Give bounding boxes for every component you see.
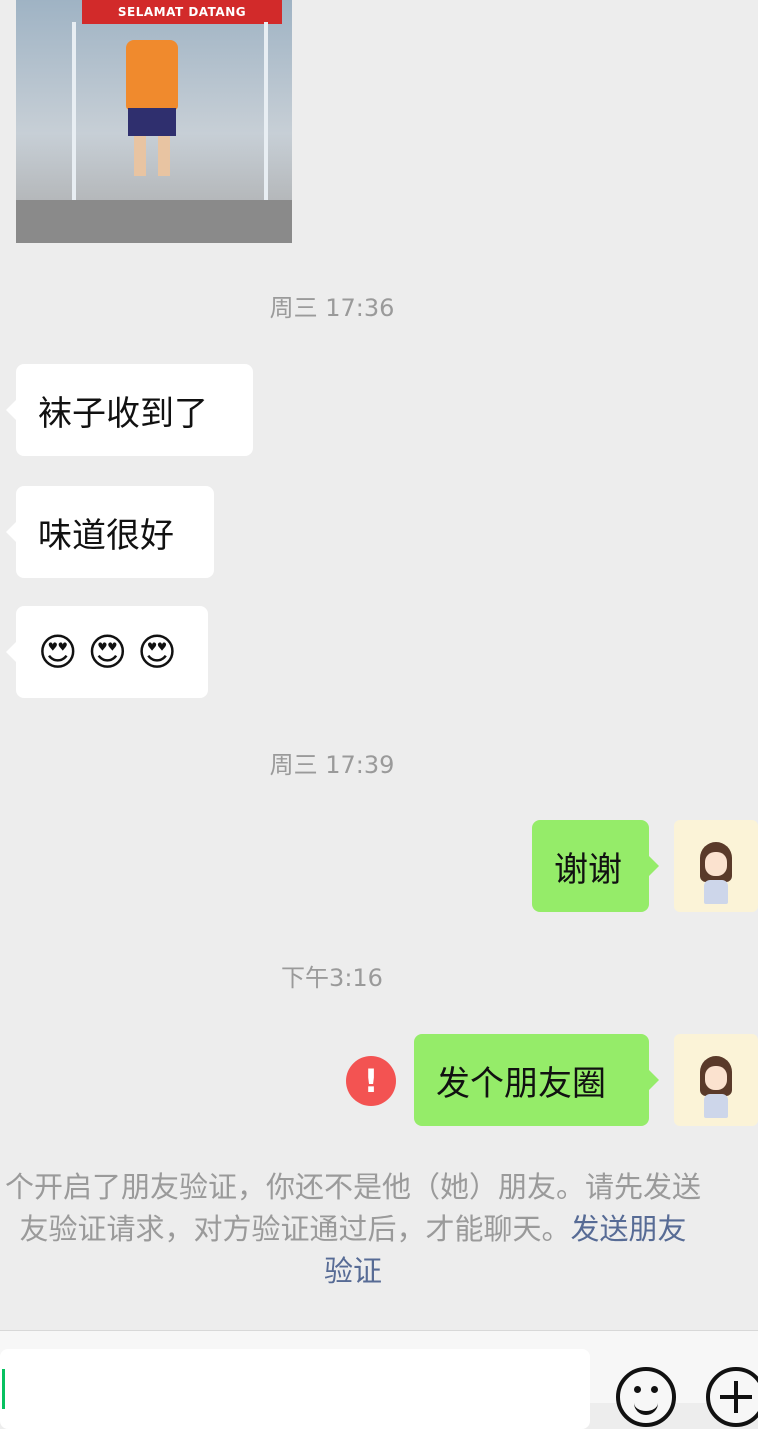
send-failed-icon[interactable]: ! — [346, 1056, 396, 1106]
timestamp: 下午3:16 — [281, 964, 383, 992]
heart-eyes-emoji-icon: 😍 — [38, 630, 78, 674]
my-avatar[interactable] — [674, 1034, 758, 1126]
notice-line: 验证 — [0, 1250, 718, 1292]
timestamp: 周三 17:36 — [269, 294, 395, 322]
smiley-mouth — [634, 1399, 658, 1415]
heart-eyes-emoji-icon: 😍 — [137, 630, 177, 674]
photo-door-frame — [72, 22, 76, 212]
friend-verification-notice: 个开启了朋友验证，你还不是他（她）朋友。请先发送 友验证请求，对方验证通过后，才… — [0, 1166, 718, 1292]
plus-bar — [734, 1381, 738, 1413]
avatar-face — [705, 852, 727, 876]
send-friend-request-link[interactable]: 发送朋友 — [571, 1212, 687, 1246]
avatar-dress — [704, 880, 728, 904]
notice-line: 个开启了朋友验证，你还不是他（她）朋友。请先发送 — [4, 1170, 701, 1204]
photo-child — [126, 40, 178, 110]
notice-line: 友验证请求，对方验证通过后，才能聊天。发送朋友 — [0, 1208, 718, 1250]
avatar-dress — [704, 1094, 728, 1118]
photo-child-shorts — [128, 108, 176, 136]
photo-sign-text: SELAMAT DATANG — [82, 0, 282, 24]
smiley-eye — [651, 1386, 658, 1393]
smiley-icon[interactable] — [616, 1367, 676, 1427]
avatar-face — [705, 1066, 727, 1090]
heart-eyes-emoji-icon: 😍 — [87, 630, 128, 674]
incoming-message-bubble[interactable]: 袜子收到了 — [6, 364, 253, 456]
notice-text: 友验证请求，对方验证通过后，才能聊天。 — [19, 1212, 571, 1246]
plus-icon[interactable] — [706, 1367, 758, 1427]
message-text: 味道很好 — [38, 515, 174, 556]
incoming-message-bubble[interactable]: 味道很好 — [6, 486, 214, 578]
my-avatar[interactable] — [674, 820, 758, 912]
message-text: 发个朋友圈 — [436, 1063, 606, 1104]
message-text: 谢谢 — [554, 849, 622, 890]
shared-photo-message[interactable]: SELAMAT DATANG — [16, 0, 292, 243]
send-friend-request-link[interactable]: 验证 — [324, 1254, 382, 1288]
outgoing-message-bubble[interactable]: 谢谢 — [532, 820, 659, 912]
smiley-eye — [634, 1386, 641, 1393]
text-caret — [2, 1369, 5, 1409]
timestamp: 周三 17:39 — [269, 751, 395, 779]
photo-door-frame — [264, 22, 268, 212]
message-text: 袜子收到了 — [38, 393, 208, 434]
photo-floor — [16, 200, 292, 243]
photo-child-leg — [158, 136, 170, 176]
message-input[interactable] — [0, 1349, 590, 1429]
incoming-emoji-bubble[interactable]: 😍 😍 😍 — [6, 606, 208, 698]
chat-input-bar — [0, 1330, 758, 1429]
outgoing-message-bubble[interactable]: 发个朋友圈 — [414, 1034, 659, 1126]
photo-child-leg — [134, 136, 146, 176]
